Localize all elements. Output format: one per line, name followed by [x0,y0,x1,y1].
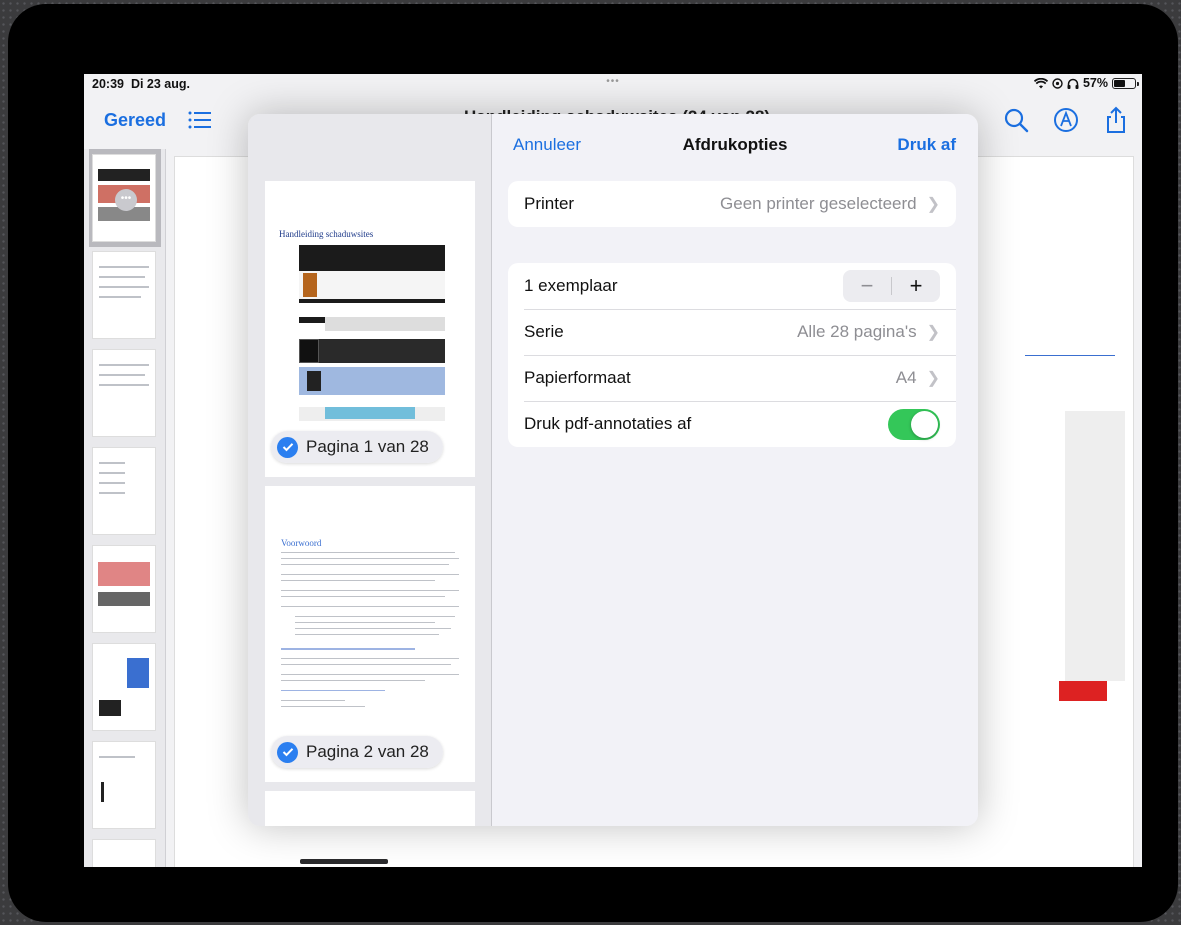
status-indicators: 57% [1033,76,1139,90]
decrement-button[interactable]: − [843,270,891,302]
chevron-right-icon: ❯ [926,324,940,341]
range-value: Alle 28 pagina's [797,322,917,341]
page-preview-3[interactable] [265,791,475,826]
options-group: 1 exemplaar − + Serie Alle 28 pagina's ❯… [508,263,956,447]
share-icon[interactable] [1102,106,1130,134]
list-icon[interactable] [188,110,212,130]
copies-label: 1 exemplaar [524,276,618,295]
search-icon[interactable] [1002,106,1030,134]
range-label: Serie [524,322,564,341]
copies-stepper: − + [843,270,940,302]
battery-icon [1112,77,1139,89]
page-2-badge[interactable]: Pagina 2 van 28 [271,736,443,768]
preview-heading: Handleiding schaduwsites [279,229,374,239]
page-2-label: Pagina 2 van 28 [306,742,429,761]
markup-icon[interactable] [1052,106,1080,134]
battery-fill [1114,79,1125,87]
printer-value: Geen printer geselecteerd [720,194,917,213]
page-thumbnail-sidebar: ••• [84,149,166,867]
print-options-header: Annuleer Afdrukopties Druk af [492,114,978,172]
paper-size-label: Papierformaat [524,368,631,387]
checkmark-icon [277,741,298,763]
page-1-label: Pagina 1 van 28 [306,437,429,456]
paper-size-value: A4 [895,368,917,387]
wifi-icon [1033,77,1048,88]
thumbnail-page[interactable] [92,839,156,867]
status-bar: 20:39 Di 23 aug. ••• 57% [84,74,1142,94]
preview-heading: Voorwoord [281,538,322,548]
annotations-toggle[interactable] [888,408,940,440]
paper-size-row[interactable]: Papierformaat A4 ❯ [508,355,956,401]
nav-actions [1002,106,1130,134]
printer-group: Printer Geen printer geselecteerd ❯ [508,181,956,227]
more-icon[interactable]: ••• [115,189,137,211]
location-lock-icon [1052,77,1063,89]
print-options-sheet: Handleiding schaduwsites Pagina 1 van 28… [248,114,978,826]
thumbnail-page[interactable] [92,447,156,535]
print-preview-pane: Handleiding schaduwsites Pagina 1 van 28… [248,114,492,826]
chevron-right-icon: ❯ [926,370,940,387]
toggle-knob [911,410,938,438]
annotations-row: Druk pdf-annotaties af [508,401,956,447]
thumbnail-page[interactable] [92,643,156,731]
thumbnail-page[interactable] [92,741,156,829]
thumbnail-page[interactable] [92,251,156,339]
page-1-badge[interactable]: Pagina 1 van 28 [271,431,443,463]
thumbnail-page[interactable] [92,349,156,437]
printer-label: Printer [524,194,575,213]
print-button[interactable]: Druk af [897,135,956,155]
increment-button[interactable]: + [892,270,940,302]
copies-row: 1 exemplaar − + [508,263,956,309]
printer-row[interactable]: Printer Geen printer geselecteerd ❯ [508,181,956,227]
chevron-right-icon: ❯ [926,196,940,213]
checkmark-icon [277,436,298,458]
range-row[interactable]: Serie Alle 28 pagina's ❯ [508,309,956,355]
dock-handle [300,859,388,864]
thumbnail-page[interactable] [92,545,156,633]
battery-percent: 57% [1082,76,1108,90]
status-time: 20:39 Di 23 aug. [92,77,190,91]
thumbnail-page: ••• [92,154,156,242]
thumbnail-selected[interactable]: ••• [89,149,161,247]
print-options-pane: Annuleer Afdrukopties Druk af Printer Ge… [492,114,978,826]
annotations-label: Druk pdf-annotaties af [524,414,692,433]
multitask-dots[interactable]: ••• [606,76,620,87]
headphones-icon [1067,78,1079,89]
done-button[interactable]: Gereed [104,110,166,131]
ipad-frame: 20:39 Di 23 aug. ••• 57% Gereed Handleid… [8,4,1178,922]
